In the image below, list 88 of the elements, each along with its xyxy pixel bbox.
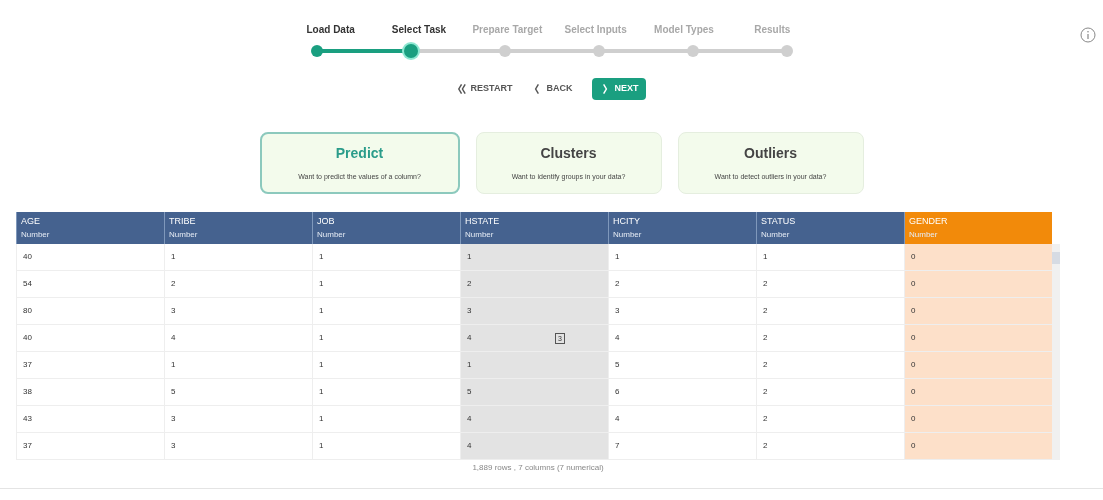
column-header[interactable]: TRIBE Number <box>164 212 312 244</box>
table-cell: 43 <box>23 413 32 425</box>
table-cell: 6 <box>615 386 620 398</box>
table-cell: 0 <box>911 413 916 425</box>
table-cell: 1 <box>319 305 324 317</box>
table-cell: 1 <box>319 251 324 263</box>
task-title: Outliers <box>744 144 797 164</box>
table-cell: 0 <box>911 359 916 371</box>
table-cell: 37 <box>23 440 32 452</box>
table-cell: 3 <box>171 413 176 425</box>
table-cell: 1 <box>763 251 768 263</box>
table-cell: 0 <box>911 440 916 452</box>
column-name: HSTATE <box>465 215 501 229</box>
task-title: Predict <box>335 144 384 164</box>
table-cell: 2 <box>615 278 620 290</box>
table-cell: 1 <box>319 440 324 452</box>
column-header[interactable]: HSTATE Number <box>460 212 608 244</box>
table-cell: 38 <box>23 386 32 398</box>
back-button[interactable]: BACK <box>532 78 573 100</box>
column-header[interactable]: AGE Number <box>16 212 164 244</box>
table-cell: 2 <box>763 332 768 344</box>
table-cell: 4 <box>615 413 620 425</box>
task-title: Clusters <box>540 144 597 164</box>
column-type: Number <box>21 228 51 241</box>
column-header[interactable]: JOB Number <box>312 212 460 244</box>
table-cell: 2 <box>763 413 768 425</box>
column-name: TRIBE <box>169 215 197 229</box>
table-cell: 0 <box>911 332 916 344</box>
table-cell: 1 <box>319 278 324 290</box>
table-cell: 1 <box>467 251 472 263</box>
table-cell: 80 <box>23 305 32 317</box>
column-type: Number <box>909 228 939 241</box>
table-cell: 4 <box>171 332 176 344</box>
table-cell: 4 <box>467 440 472 452</box>
table-cell: 40 <box>23 251 32 263</box>
column-type: Number <box>761 228 791 241</box>
column-name: AGE <box>21 215 41 229</box>
column-type: Number <box>169 228 199 241</box>
table-cell: 1 <box>171 359 176 371</box>
table-cell: 3 <box>171 305 176 317</box>
column-name: GENDER <box>909 215 949 229</box>
table-cell: 2 <box>763 278 768 290</box>
table-cell: 1 <box>319 386 324 398</box>
double-chevron-icon <box>456 83 467 95</box>
table-cell: 40 <box>23 332 32 344</box>
table-cell: 7 <box>615 440 620 452</box>
table-cell: 0 <box>911 278 916 290</box>
table-cell: 1 <box>319 413 324 425</box>
step-label[interactable]: Load Data <box>286 22 375 37</box>
table-cell: 2 <box>763 386 768 398</box>
scrollbar[interactable] <box>1052 244 1060 460</box>
table-cell: 3 <box>171 440 176 452</box>
table-cell: 1 <box>171 251 176 263</box>
step-label[interactable]: Select Task <box>374 22 464 37</box>
table-cell: 2 <box>763 305 768 317</box>
table-cell: 4 <box>467 332 472 344</box>
info-icon[interactable] <box>1080 27 1096 43</box>
table-cell: 5 <box>467 386 472 398</box>
table-cell: 0 <box>911 386 916 398</box>
column-name: HCITY <box>613 215 641 229</box>
table-cell: 37 <box>23 359 32 371</box>
table-cell: 5 <box>171 386 176 398</box>
table-cell: 0 <box>911 305 916 317</box>
column-type: Number <box>465 228 495 241</box>
table-cell: 3 <box>467 305 472 317</box>
table-cell: 4 <box>615 332 620 344</box>
column-type: Number <box>613 228 643 241</box>
column-type: Number <box>317 228 347 241</box>
table-cell: 2 <box>467 278 472 290</box>
table-summary: 1,889 rows , 7 columns (7 numerical) <box>471 462 605 474</box>
table-cell: 1 <box>319 332 324 344</box>
restart-button[interactable]: RESTART <box>456 78 513 100</box>
table-cell: 3 <box>615 305 620 317</box>
table-cell: 2 <box>763 359 768 371</box>
column-name: JOB <box>317 215 336 229</box>
column-name: STATUS <box>761 215 797 229</box>
column-header[interactable]: HCITY Number <box>608 212 756 244</box>
table-cell: 5 <box>615 359 620 371</box>
table-cell: 2 <box>763 440 768 452</box>
table-cell: 1 <box>467 359 472 371</box>
column-header[interactable]: STATUS Number <box>756 212 904 244</box>
table-cell: 1 <box>319 359 324 371</box>
table-cell: 1 <box>615 251 620 263</box>
table-cell: 4 <box>467 413 472 425</box>
table-cell: 2 <box>171 278 176 290</box>
next-button[interactable]: NEXT <box>592 78 647 100</box>
table-cell: 54 <box>23 278 32 290</box>
table-cell: 0 <box>911 251 916 263</box>
